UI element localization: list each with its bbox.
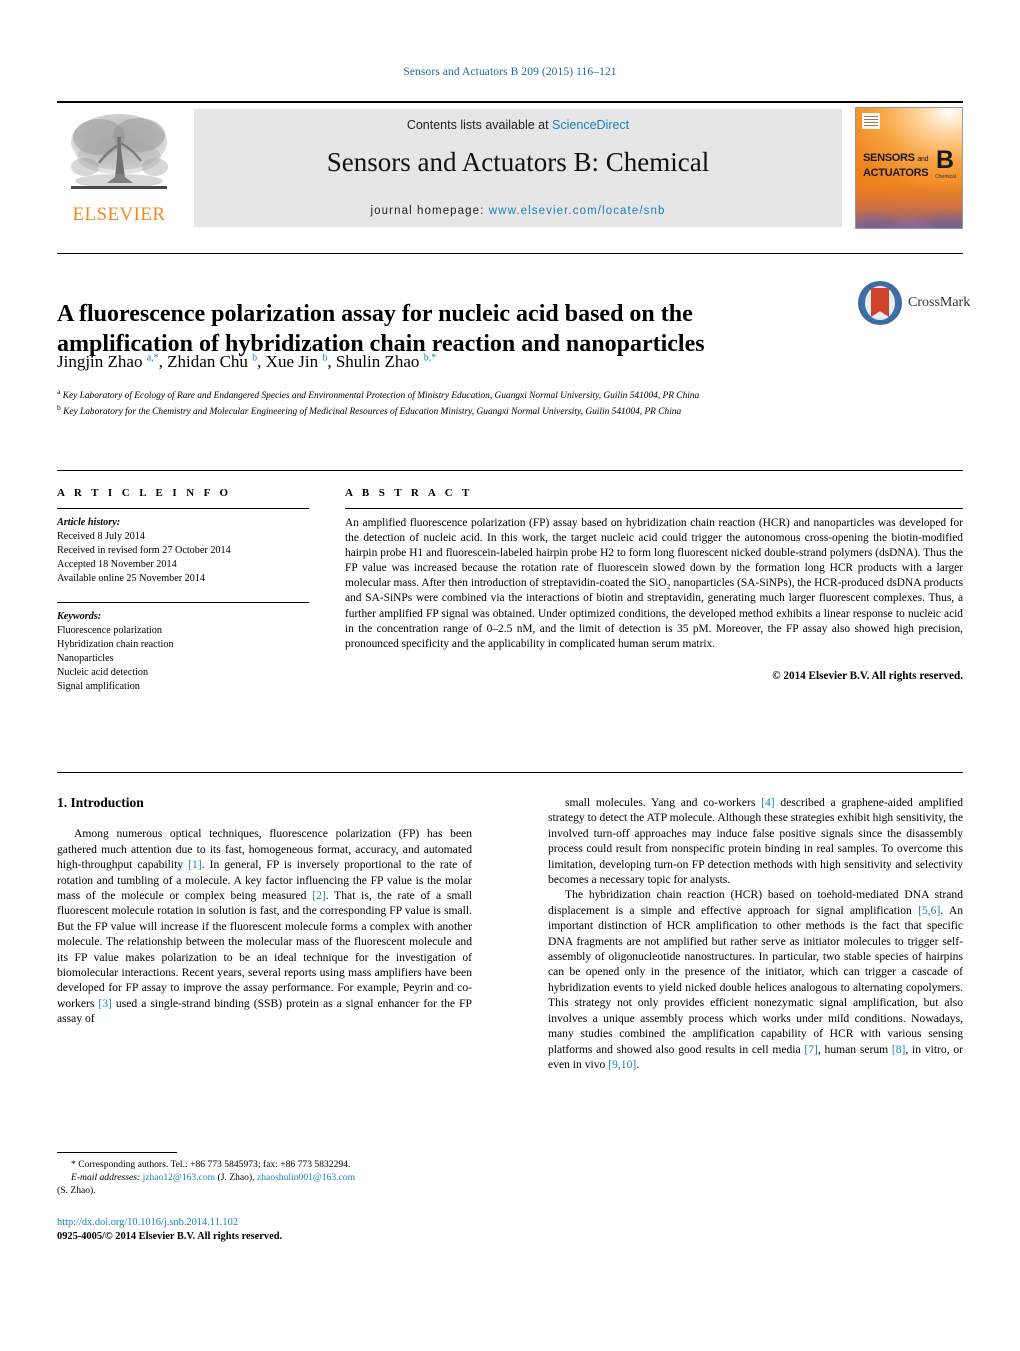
cover-and: and (917, 156, 929, 163)
abstract-copyright: © 2014 Elsevier B.V. All rights reserved… (772, 669, 963, 682)
affiliation-list: a Key Laboratory of Ecology of Rare and … (57, 386, 847, 419)
keyword-item: Nanoparticles (57, 653, 114, 664)
affiliation-text-b: Key Laboratory for the Chemistry and Mol… (63, 407, 682, 418)
citation-7[interactable]: [7] (804, 1043, 818, 1056)
citation-4[interactable]: [4] (761, 796, 775, 809)
intro-paragraph-2: small molecules. Yang and co-workers [4]… (548, 795, 963, 887)
article-info-section: A R T I C L E I N F O Article history: R… (57, 487, 309, 694)
abstract-section: A B S T R A C T An amplified fluorescenc… (345, 487, 963, 682)
article-info-heading: A R T I C L E I N F O (57, 487, 232, 499)
email-link-1[interactable]: jzhao12@163.com (143, 1172, 216, 1183)
elsevier-wordmark: ELSEVIER (72, 204, 166, 225)
affiliation-text-a: Key Laboratory of Ecology of Rare and En… (62, 391, 700, 402)
intro-text-d: used a single-strand binding (SSB) prote… (57, 996, 472, 1026)
affiliation-a: a Key Laboratory of Ecology of Rare and … (57, 386, 847, 402)
body-column-right: small molecules. Yang and co-workers [4]… (548, 795, 963, 1072)
elsevier-tree-icon (63, 109, 175, 201)
author-list: Jingjin Zhao a,*, Zhidan Chu b, Xue Jin … (57, 352, 437, 371)
footnote-block: * Corresponding authors. Tel.: +86 773 5… (57, 1158, 475, 1197)
citation-1[interactable]: [1] (188, 858, 202, 871)
footnote-divider (57, 1152, 177, 1153)
citation-9-10[interactable]: [9,10] (608, 1058, 636, 1071)
cover-line1: SENSORS (863, 152, 915, 164)
intro-r2-b: . An important distinction of HCR amplif… (548, 903, 964, 1056)
intro-text-c: . That is, the rate of a small fluoresce… (57, 889, 472, 1010)
cover-letter-b: B (935, 146, 954, 174)
journal-banner: Contents lists available at ScienceDirec… (194, 109, 842, 227)
introduction-heading: 1. Introduction (57, 795, 144, 810)
journal-homepage-line: journal homepage: www.elsevier.com/locat… (194, 205, 842, 217)
affiliation-mark-b: b (57, 403, 61, 413)
intro-r1-b: described a graphene-aided amplified str… (548, 796, 964, 887)
contents-line: Contents lists available at ScienceDirec… (194, 118, 842, 132)
page-title: A fluorescence polarization assay for nu… (57, 301, 705, 358)
email-owner-2: (S. Zhao). (57, 1185, 96, 1196)
citation-5-6[interactable]: [5,6] (918, 904, 940, 917)
info-band-top-divider (57, 470, 963, 471)
abstract-heading: A B S T R A C T (345, 487, 473, 499)
contents-prefix: Contents lists available at (406, 118, 553, 132)
keywords-block: Keywords: Fluorescence polarization Hybr… (57, 602, 309, 694)
keyword-item: Nucleic acid detection (57, 667, 149, 678)
body-column-left: 1. Introduction Among numerous optical t… (57, 795, 472, 1027)
history-received: Received 8 July 2014 (57, 531, 145, 542)
history-online: Available online 25 November 2014 (57, 573, 206, 584)
intro-r1-a: small molecules. Yang and co-workers (565, 796, 762, 809)
cover-title-text: SENSORS and ACTUATORS (863, 152, 929, 179)
journal-cover-thumbnail: SENSORS and ACTUATORS B Chemical (855, 107, 963, 229)
citation-3[interactable]: [3] (98, 997, 112, 1010)
intro-r2-e: . (636, 1057, 640, 1071)
keywords-rule (57, 602, 309, 603)
keyword-item: Hybridization chain reaction (57, 639, 174, 650)
keyword-item: Signal amplification (57, 681, 140, 692)
abstract-rule (345, 508, 963, 509)
cover-elsevier-mark-icon (862, 113, 880, 129)
history-accepted: Accepted 18 November 2014 (57, 559, 177, 570)
intro-r2-a: The hybridization chain reaction (HCR) b… (548, 888, 963, 917)
keyword-item: Fluorescence polarization (57, 625, 162, 636)
title-divider (57, 253, 963, 254)
article-history-label: Article history: (57, 517, 121, 528)
crossmark-badge[interactable]: CrossMark (858, 281, 970, 327)
sciencedirect-link[interactable]: ScienceDirect (552, 118, 629, 132)
crossmark-circle-icon (858, 281, 902, 325)
journal-masthead: ELSEVIER Contents lists available at Sci… (57, 101, 963, 229)
email-link-2[interactable]: zhaoshulin001@163.com (257, 1172, 355, 1183)
doi-link[interactable]: http://dx.doi.org/10.1016/j.snb.2014.11.… (57, 1216, 487, 1230)
intro-r2-c: , human serum (817, 1042, 892, 1056)
affiliation-mark-a: a (57, 387, 61, 396)
homepage-label: journal homepage: (370, 205, 485, 217)
crossmark-label: CrossMark (908, 295, 971, 310)
citation-8[interactable]: [8] (892, 1043, 906, 1056)
cover-artwork (856, 184, 962, 228)
homepage-url-link[interactable]: www.elsevier.com/locate/snb (489, 205, 666, 217)
email-owner-1: (J. Zhao), (215, 1172, 255, 1183)
running-head: Sensors and Actuators B 209 (2015) 116–1… (403, 66, 617, 78)
paper-page: Sensors and Actuators B 209 (2015) 116–1… (0, 0, 1020, 1351)
corresponding-author-note: * Corresponding authors. Tel.: +86 773 5… (71, 1159, 351, 1170)
affiliation-b: b Key Laboratory for the Chemistry and M… (57, 402, 847, 418)
cover-subtitle: Chemical (935, 174, 956, 180)
article-info-rule (57, 508, 309, 509)
issn-copyright-line: 0925-4005/© 2014 Elsevier B.V. All right… (57, 1231, 283, 1242)
email-label: E-mail addresses: (71, 1172, 141, 1183)
intro-paragraph-1: Among numerous optical techniques, fluor… (57, 826, 472, 1026)
citation-2[interactable]: [2] (312, 889, 326, 902)
info-band-bottom-divider (57, 772, 963, 773)
doi-block: http://dx.doi.org/10.1016/j.snb.2014.11.… (57, 1216, 487, 1244)
keywords-label: Keywords: (57, 611, 102, 622)
intro-paragraph-3: The hybridization chain reaction (HCR) b… (548, 887, 963, 1072)
elsevier-logo: ELSEVIER (57, 109, 181, 229)
journal-title: Sensors and Actuators B: Chemical (326, 147, 710, 177)
abstract-text: An amplified fluorescence polarization (… (345, 517, 963, 650)
history-revised: Received in revised form 27 October 2014 (57, 545, 231, 556)
cover-line2: ACTUATORS (863, 166, 929, 179)
email-note: E-mail addresses: jzhao12@163.com (J. Zh… (57, 1171, 475, 1184)
